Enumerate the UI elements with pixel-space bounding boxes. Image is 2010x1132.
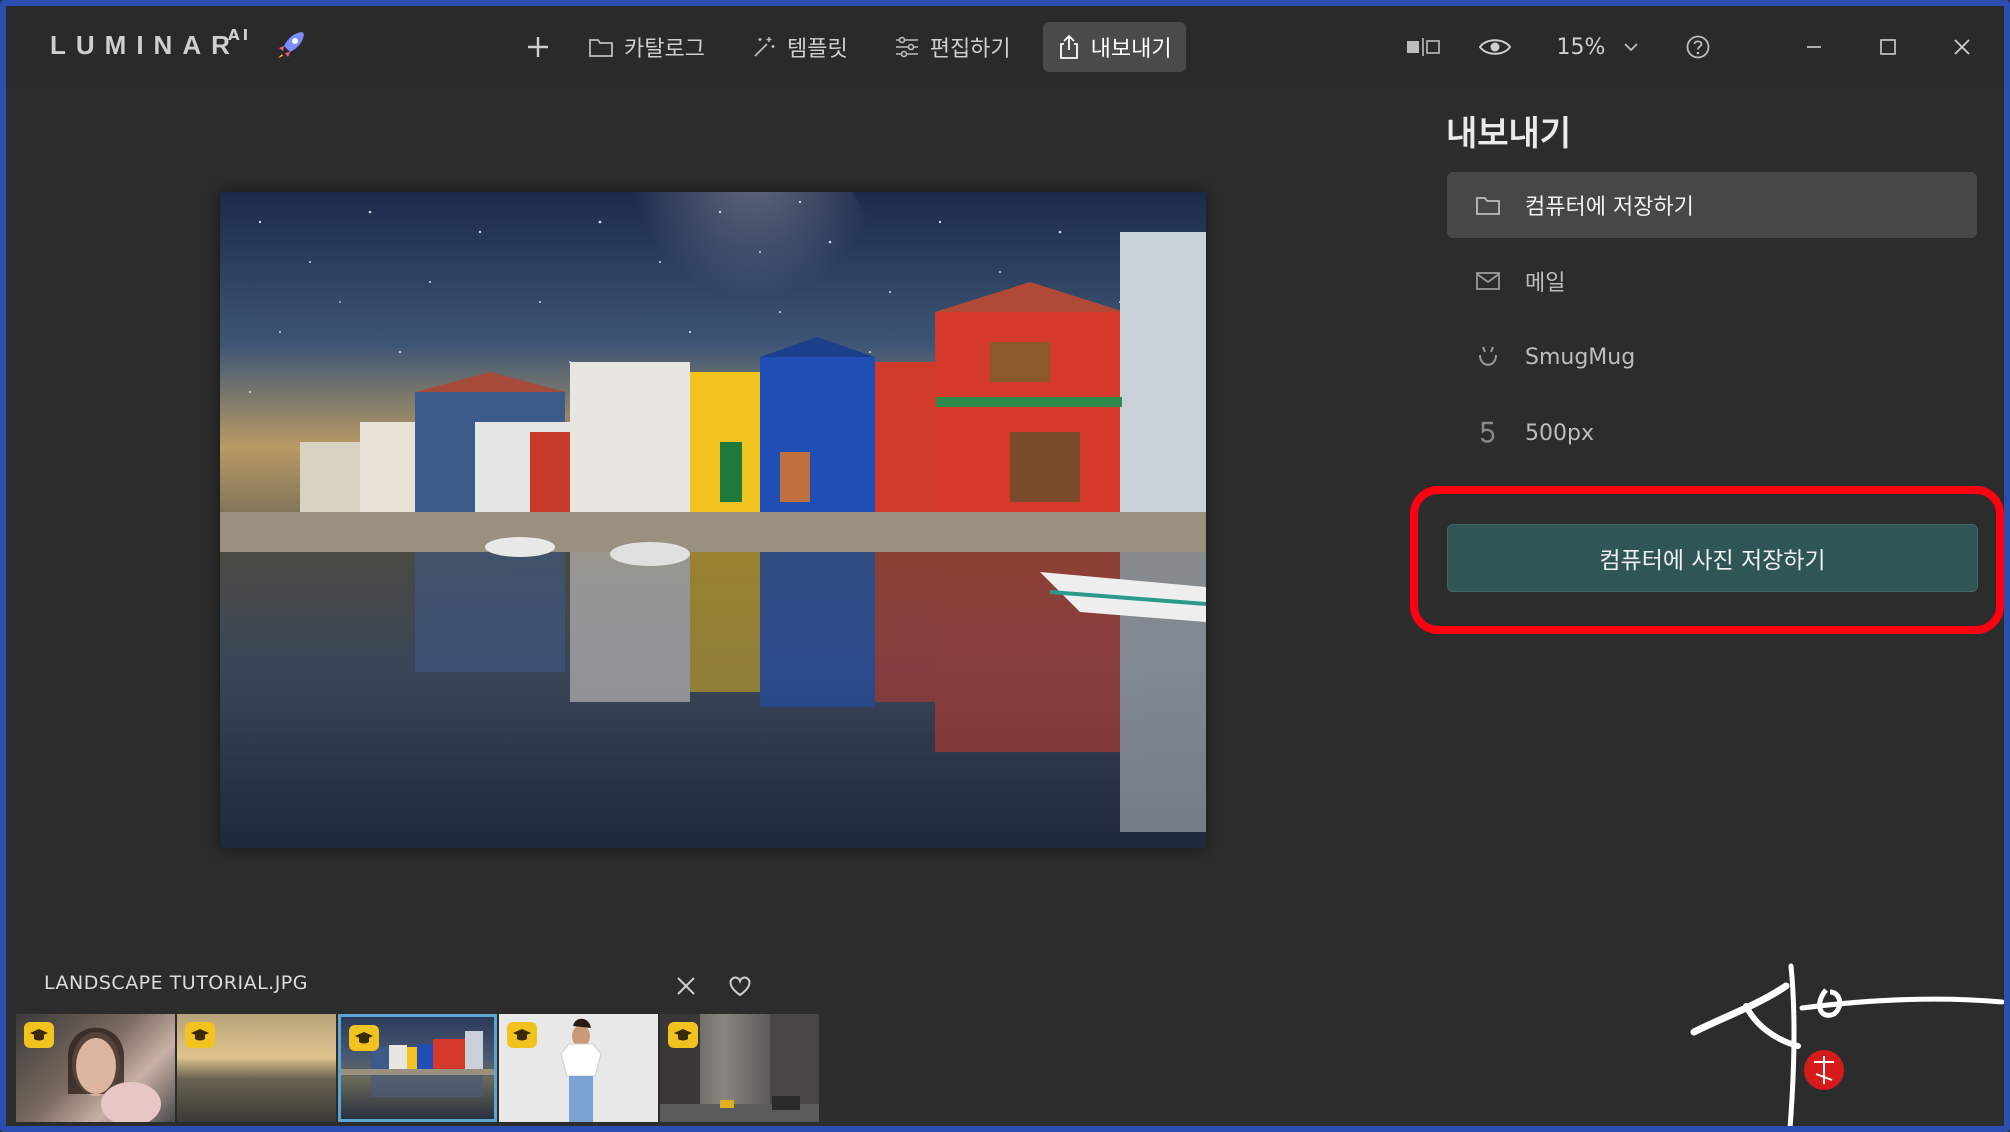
tab-templates[interactable]: 템플릿	[737, 22, 862, 72]
landscape-photo	[220, 192, 1206, 848]
save-photo-to-computer-button[interactable]: 컴퓨터에 사진 저장하기	[1447, 524, 1978, 592]
folder-icon	[1473, 190, 1503, 220]
tab-edit-label: 편집하기	[929, 37, 1011, 62]
minimize-icon	[1807, 46, 1821, 48]
preview-button[interactable]	[1470, 22, 1520, 72]
thumbnail-beach[interactable]	[177, 1014, 336, 1122]
graduation-cap-icon	[507, 1022, 537, 1048]
thumbnail-woman-white[interactable]	[499, 1014, 658, 1122]
tab-catalog[interactable]: 카탈로그	[574, 22, 719, 72]
filmstrip	[16, 1014, 821, 1122]
help-icon	[1686, 35, 1710, 59]
zoom-value: 15%	[1556, 34, 1606, 60]
thumbnail-portrait[interactable]	[16, 1014, 175, 1122]
help-button[interactable]	[1678, 22, 1718, 72]
close-window-button[interactable]	[1940, 22, 1984, 72]
graduation-cap-icon	[349, 1025, 379, 1051]
thumbnail-landscape-selected[interactable]	[338, 1014, 497, 1122]
tab-templates-label: 템플릿	[786, 37, 848, 62]
mail-icon	[1473, 266, 1503, 296]
smugmug-icon	[1473, 342, 1503, 372]
export-panel: 내보내기 컴퓨터에 저장하기 메일 SmugMug 500px	[1446, 106, 1986, 476]
app-logo-sup: AI	[228, 26, 252, 44]
folder-icon	[589, 39, 613, 57]
graduation-cap-icon	[24, 1022, 54, 1048]
app-window: LUMINAR AI 카탈로그 템플릿 편집하기 내보내기 15% 내보내기 컴…	[0, 0, 2010, 1132]
rocket-icon[interactable]	[274, 28, 308, 62]
sliders-icon	[895, 36, 918, 58]
tab-export-label: 내보내기	[1090, 37, 1172, 62]
tab-export[interactable]: 내보내기	[1042, 22, 1186, 72]
option-smugmug[interactable]: SmugMug	[1447, 324, 1977, 390]
maximize-button[interactable]	[1866, 22, 1910, 72]
panel-title: 내보내기	[1446, 114, 1572, 154]
tab-catalog-label: 카탈로그	[624, 37, 705, 62]
option-save-to-computer-label: 컴퓨터에 저장하기	[1525, 195, 1694, 220]
main-nav: 카탈로그 템플릿 편집하기 내보내기	[516, 22, 1204, 72]
close-icon[interactable]	[672, 972, 700, 1000]
signature-watermark	[1690, 963, 2004, 1126]
share-icon	[1059, 34, 1078, 59]
maximize-icon	[1880, 39, 1896, 55]
close-icon	[1954, 39, 1970, 55]
graduation-cap-icon	[668, 1022, 698, 1048]
option-save-to-computer[interactable]: 컴퓨터에 저장하기	[1447, 172, 1977, 238]
heart-icon[interactable]	[726, 972, 754, 1000]
view-tools: 15%	[1398, 22, 2004, 72]
tab-edit[interactable]: 편집하기	[880, 22, 1025, 72]
minimize-button[interactable]	[1792, 22, 1836, 72]
sparkle-icon	[754, 37, 775, 57]
plus-icon	[528, 37, 548, 57]
option-500px-label: 500px	[1525, 420, 1594, 446]
zoom-dropdown[interactable]: 15%	[1548, 22, 1648, 72]
chevron-down-icon	[1624, 43, 1639, 52]
photo-canvas[interactable]	[220, 192, 1206, 848]
top-bar: LUMINAR AI 카탈로그 템플릿 편집하기 내보내기 15%	[6, 6, 2004, 87]
add-button[interactable]	[516, 25, 560, 69]
option-smugmug-label: SmugMug	[1525, 344, 1636, 370]
graduation-cap-icon	[185, 1022, 215, 1048]
app-logo: LUMINAR	[50, 30, 240, 60]
thumbnail-city-street[interactable]	[660, 1014, 819, 1122]
eye-icon	[1478, 39, 1512, 55]
compare-icon	[1407, 38, 1440, 56]
500px-icon	[1473, 418, 1503, 448]
option-500px[interactable]: 500px	[1447, 400, 1977, 466]
option-mail[interactable]: 메일	[1447, 248, 1977, 314]
compare-button[interactable]	[1398, 22, 1448, 72]
option-mail-label: 메일	[1525, 271, 1566, 296]
filmstrip-filename: LANDSCAPE TUTORIAL.JPG	[44, 972, 308, 994]
